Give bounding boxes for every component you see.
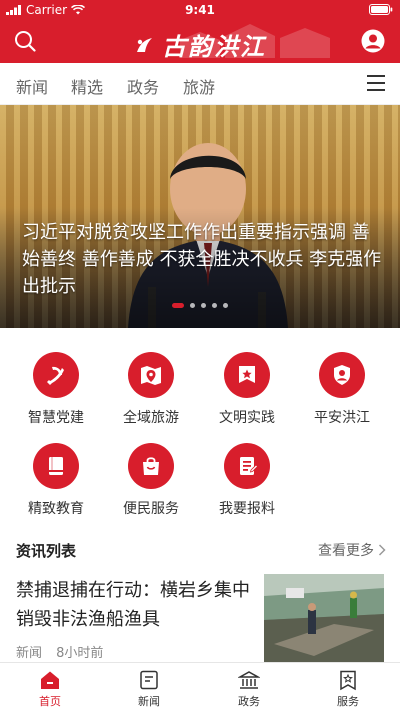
feature-icon-circle — [319, 352, 365, 398]
feature-submit-report[interactable]: 我要报料 — [201, 443, 293, 527]
carousel-dot-5[interactable] — [223, 303, 228, 308]
feature-quality-education[interactable]: 精致教育 — [10, 443, 102, 527]
chevron-right-icon — [378, 544, 386, 556]
battery-icon — [369, 4, 393, 15]
bottom-tab-label: 首页 — [39, 695, 61, 708]
shopping-bag-icon — [143, 457, 159, 475]
banner-caption: 习近平对脱贫攻坚工作作出重要指示强调 善始善终 善作善成 不获全胜决不收兵 李克… — [22, 222, 382, 297]
map-pin-icon — [141, 366, 161, 385]
bottom-tab-service[interactable]: 服务 — [308, 669, 388, 709]
star-banner-icon — [239, 366, 255, 383]
news-thumbnail-image — [264, 574, 384, 662]
bottom-tab-label: 新闻 — [138, 695, 160, 708]
tab-news[interactable]: 新闻 — [16, 74, 48, 98]
tab-featured[interactable]: 精选 — [71, 74, 103, 98]
news-section-title: 资讯列表 — [16, 542, 77, 560]
feature-all-area-tourism[interactable]: 全域旅游 — [105, 352, 197, 436]
feature-label: 文明实践 — [219, 410, 275, 426]
feature-label: 平安洪江 — [314, 410, 370, 426]
logo-text: 古韵洪江 — [162, 32, 266, 61]
news-meta: 新闻 8小时前 — [16, 642, 103, 661]
news-time: 8小时前 — [56, 646, 104, 661]
user-avatar-icon — [361, 29, 385, 53]
feature-label: 便民服务 — [123, 501, 179, 517]
feature-icon-circle — [128, 443, 174, 489]
user-profile-button[interactable] — [358, 26, 388, 56]
bottom-tab-government[interactable]: 政务 — [209, 669, 289, 709]
news-thumbnail — [264, 574, 384, 662]
news-category: 新闻 — [16, 646, 43, 661]
service-icon — [340, 670, 356, 691]
news-banner-carousel[interactable]: 习近平对脱贫攻坚工作作出重要指示强调 善始善终 善作善成 不获全胜决不收兵 李克… — [0, 105, 400, 328]
home-icon — [41, 671, 59, 689]
feature-icon-circle — [224, 352, 270, 398]
category-tabs: 新闻 精选 政务 旅游 — [0, 63, 400, 105]
header-nav-row: 古韵洪江 — [0, 20, 400, 63]
news-title: 禁捕退捕在行动：横岩乡集中销毁非法渔船渔具 — [16, 580, 250, 630]
feature-icon-circle — [224, 443, 270, 489]
carousel-indicators — [0, 303, 400, 308]
carousel-dot-4[interactable] — [212, 303, 217, 308]
feature-label: 智慧党建 — [28, 410, 84, 426]
feature-safe-hongjiang[interactable]: 平安洪江 — [296, 352, 388, 436]
tab-travel[interactable]: 旅游 — [183, 74, 215, 98]
bottom-tab-label: 政务 — [238, 695, 260, 708]
carousel-dot-1[interactable] — [172, 303, 184, 308]
bottom-tab-bar: 首页 新闻 政务 服务 — [0, 662, 400, 710]
app-header: Carrier 9:41 古韵洪江 — [0, 0, 400, 63]
government-icon — [238, 671, 260, 689]
tab-government[interactable]: 政务 — [127, 74, 159, 98]
feature-icon-circle — [33, 443, 79, 489]
logo-mark-icon — [137, 37, 152, 52]
feature-civilization-practice[interactable]: 文明实践 — [201, 352, 293, 436]
bottom-tab-home[interactable]: 首页 — [10, 669, 90, 709]
bottom-tab-news[interactable]: 新闻 — [109, 669, 189, 709]
feature-label: 我要报料 — [219, 501, 275, 517]
feature-icon-circle — [128, 352, 174, 398]
report-document-icon — [240, 457, 259, 475]
book-icon — [49, 457, 63, 475]
app-logo: 古韵洪江 — [0, 27, 400, 62]
feature-smart-party[interactable]: 智慧党建 — [10, 352, 102, 436]
feature-label: 全域旅游 — [123, 410, 179, 426]
news-icon — [140, 670, 158, 690]
carousel-dot-3[interactable] — [201, 303, 206, 308]
bottom-tab-label: 服务 — [337, 695, 359, 708]
view-more-link[interactable]: 查看更多 — [318, 540, 386, 560]
feature-icon-circle — [33, 352, 79, 398]
police-shield-icon — [334, 365, 350, 385]
carousel-dot-2[interactable] — [190, 303, 195, 308]
news-list-item[interactable]: 禁捕退捕在行动：横岩乡集中销毁非法渔船渔具 新闻 8小时前 — [0, 572, 400, 664]
feature-label: 精致教育 — [28, 501, 84, 517]
menu-icon[interactable] — [366, 75, 386, 93]
status-time: 9:41 — [185, 3, 215, 17]
feature-convenience-service[interactable]: 便民服务 — [105, 443, 197, 527]
status-bar: Carrier 9:41 — [0, 0, 400, 20]
view-more-label: 查看更多 — [318, 543, 374, 559]
party-emblem-icon — [47, 366, 64, 385]
